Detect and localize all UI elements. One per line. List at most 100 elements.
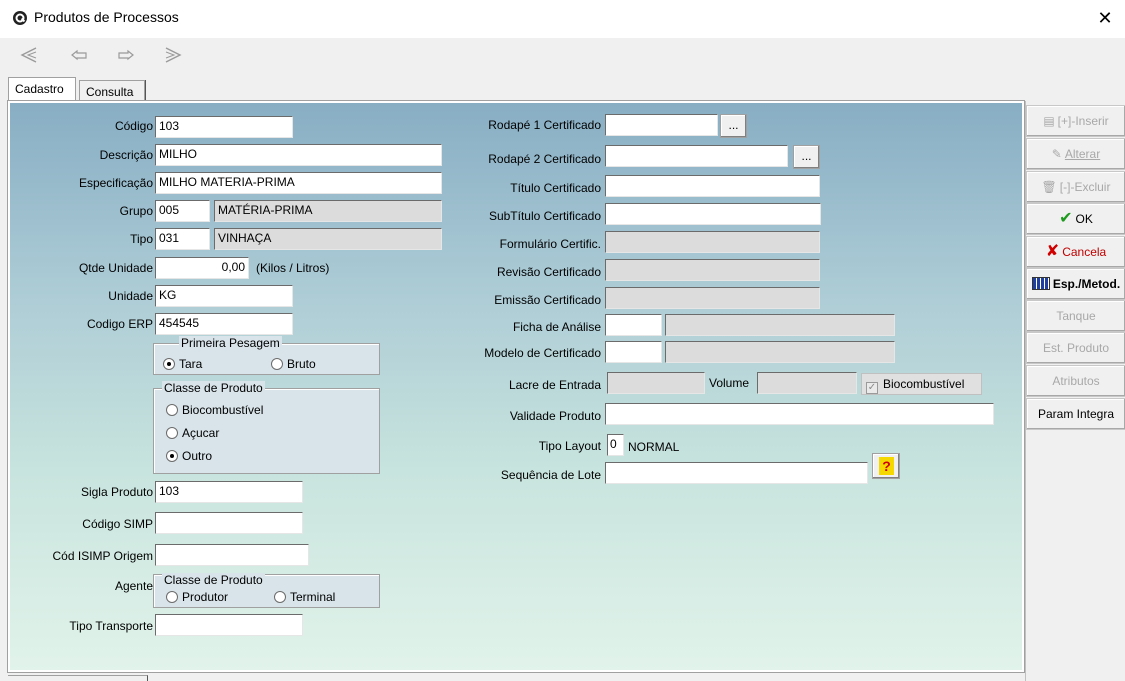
atributos-button[interactable]: Atributos bbox=[1026, 365, 1125, 397]
radio-outro[interactable]: Outro bbox=[166, 449, 212, 463]
subtitulo-cert-field[interactable] bbox=[605, 203, 821, 225]
cancel-x-icon: ✘ bbox=[1045, 243, 1060, 260]
last-record-icon[interactable] bbox=[160, 46, 186, 68]
help-icon: ? bbox=[879, 457, 894, 475]
est-produto-button[interactable]: Est. Produto bbox=[1026, 332, 1125, 364]
cancela-button[interactable]: ✘ Cancela bbox=[1026, 236, 1125, 268]
radio-biocombustivel-label: Biocombustível bbox=[182, 403, 264, 417]
volume-field bbox=[757, 372, 857, 394]
rodape1-label: Rodapé 1 Certificado bbox=[488, 118, 601, 132]
navigation-toolbar bbox=[0, 38, 1125, 78]
modelo-cert-code-field[interactable] bbox=[605, 341, 662, 363]
action-sidebar: ▤ [+]-Inserir ✎ Alterar 🗑 [-]-Excluir ✔ OK ✘… bbox=[1025, 101, 1125, 681]
radio-bruto-dot[interactable] bbox=[271, 358, 283, 370]
unidade-label: Unidade bbox=[108, 289, 153, 303]
agente-label: Agente bbox=[114, 579, 153, 593]
radio-biocombustivel[interactable]: Biocombustível bbox=[166, 403, 263, 417]
next-record-icon[interactable] bbox=[113, 46, 139, 68]
codigo-field[interactable]: 103 bbox=[155, 116, 293, 138]
radio-terminal[interactable]: Terminal bbox=[274, 590, 335, 604]
previous-record-icon[interactable] bbox=[66, 46, 92, 68]
subtitulo-cert-label: SubTítulo Certificado bbox=[488, 209, 601, 223]
rodape1-browse-button[interactable]: ... bbox=[720, 114, 747, 138]
radio-tara-dot[interactable] bbox=[163, 358, 175, 370]
esp-metod-button[interactable]: Esp./Metod. bbox=[1026, 268, 1125, 300]
close-icon[interactable]: ✕ bbox=[1093, 6, 1117, 30]
edit-record-icon: ✎ bbox=[1051, 147, 1062, 161]
tab-consulta[interactable]: Consulta bbox=[79, 80, 145, 102]
grupo-desc-field: MATÉRIA-PRIMA bbox=[214, 200, 442, 222]
ficha-analise-label: Ficha de Análise bbox=[512, 320, 601, 334]
tipo-layout-label: Tipo Layout bbox=[538, 439, 601, 453]
classe-produto-group: Classe de Produto Biocombustível Açucar … bbox=[153, 381, 380, 474]
radio-outro-label: Outro bbox=[182, 449, 213, 463]
excluir-button[interactable]: 🗑 [-]-Excluir bbox=[1026, 171, 1125, 203]
window-title: Produtos de Processos bbox=[34, 9, 179, 25]
sequencia-lote-field[interactable] bbox=[605, 462, 868, 484]
bottom-tab-edge bbox=[8, 675, 148, 681]
validade-produto-field[interactable] bbox=[605, 403, 994, 425]
tipo-code-field[interactable]: 031 bbox=[155, 228, 210, 250]
ok-button[interactable]: ✔ OK bbox=[1026, 203, 1125, 235]
grupo-label: Grupo bbox=[119, 204, 153, 218]
app-logo-icon bbox=[13, 11, 27, 25]
rodape2-field[interactable] bbox=[605, 145, 788, 167]
cadastro-panel: Código 103 Descrição MILHO Especificação… bbox=[7, 100, 1025, 673]
tipo-transporte-field[interactable] bbox=[155, 614, 303, 636]
radio-tara-label: Tara bbox=[179, 357, 203, 371]
qtde-unidade-field[interactable]: 0,00 bbox=[155, 257, 249, 279]
radio-acucar-dot[interactable] bbox=[166, 427, 178, 439]
formulario-cert-label: Formulário Certific. bbox=[499, 237, 601, 251]
especificacao-field[interactable]: MILHO MATERIA-PRIMA bbox=[155, 172, 442, 194]
radio-terminal-dot[interactable] bbox=[274, 591, 286, 603]
alterar-button[interactable]: ✎ Alterar bbox=[1026, 138, 1125, 170]
unidade-field[interactable]: KG bbox=[155, 285, 293, 307]
sigla-produto-label: Sigla Produto bbox=[80, 485, 153, 499]
title-bar: Produtos de Processos ✕ bbox=[0, 0, 1125, 38]
first-record-icon[interactable] bbox=[16, 46, 42, 68]
radio-produtor[interactable]: Produtor bbox=[166, 590, 228, 604]
checkmark-icon[interactable]: ✓ bbox=[866, 382, 878, 394]
grupo-code-field[interactable]: 005 bbox=[155, 200, 210, 222]
radio-produtor-dot[interactable] bbox=[166, 591, 178, 603]
codigo-erp-label: Codigo ERP bbox=[86, 317, 153, 331]
descricao-label: Descrição bbox=[99, 148, 153, 162]
tanque-button[interactable]: Tanque bbox=[1026, 300, 1125, 332]
cod-isimp-origem-field[interactable] bbox=[155, 544, 309, 566]
titulo-cert-field[interactable] bbox=[605, 175, 820, 197]
ficha-analise-desc-field bbox=[665, 314, 895, 336]
biocombustivel-checkbox-label: Biocombustível bbox=[883, 377, 965, 391]
radio-bruto[interactable]: Bruto bbox=[271, 357, 316, 371]
esp-metod-button-label: Esp./Metod. bbox=[1052, 277, 1121, 291]
radio-acucar[interactable]: Açucar bbox=[166, 426, 219, 440]
ficha-analise-code-field[interactable] bbox=[605, 314, 662, 336]
biocombustivel-checkbox[interactable]: ✓ Biocombustível bbox=[861, 373, 982, 395]
rodape1-field[interactable] bbox=[605, 114, 718, 136]
rodape2-browse-button[interactable]: ... bbox=[793, 145, 820, 169]
revisao-cert-label: Revisão Certificado bbox=[496, 265, 601, 279]
radio-terminal-label: Terminal bbox=[290, 590, 336, 604]
inserir-button[interactable]: ▤ [+]-Inserir bbox=[1026, 105, 1125, 137]
radio-biocombustivel-dot[interactable] bbox=[166, 404, 178, 416]
param-integra-button[interactable]: Param Integra bbox=[1026, 398, 1125, 430]
insert-record-icon: ▤ bbox=[1043, 114, 1055, 128]
titulo-cert-label: Título Certificado bbox=[510, 181, 601, 195]
formulario-cert-field bbox=[605, 231, 820, 253]
alterar-button-label: Alterar bbox=[1064, 147, 1101, 161]
descricao-field[interactable]: MILHO bbox=[155, 144, 442, 166]
tab-cadastro[interactable]: Cadastro bbox=[8, 77, 76, 102]
radio-tara[interactable]: Tara bbox=[163, 357, 202, 371]
help-button[interactable]: ? bbox=[872, 453, 900, 479]
modelo-cert-desc-field bbox=[665, 341, 895, 363]
codigo-simp-field[interactable] bbox=[155, 512, 303, 534]
codigo-erp-field[interactable]: 454545 bbox=[155, 313, 293, 335]
checkmark-icon: ✔ bbox=[1059, 210, 1073, 227]
agente-group-title: Classe de Produto bbox=[162, 573, 265, 587]
trash-icon: 🗑 bbox=[1041, 180, 1057, 194]
codigo-simp-label: Código SIMP bbox=[82, 517, 153, 531]
radio-outro-dot[interactable] bbox=[166, 450, 178, 462]
sigla-produto-field[interactable]: 103 bbox=[155, 481, 303, 503]
calendar-grid-icon bbox=[1031, 277, 1050, 290]
tipo-layout-code-field[interactable]: 0 bbox=[607, 434, 624, 456]
classe-produto-title: Classe de Produto bbox=[162, 381, 265, 395]
